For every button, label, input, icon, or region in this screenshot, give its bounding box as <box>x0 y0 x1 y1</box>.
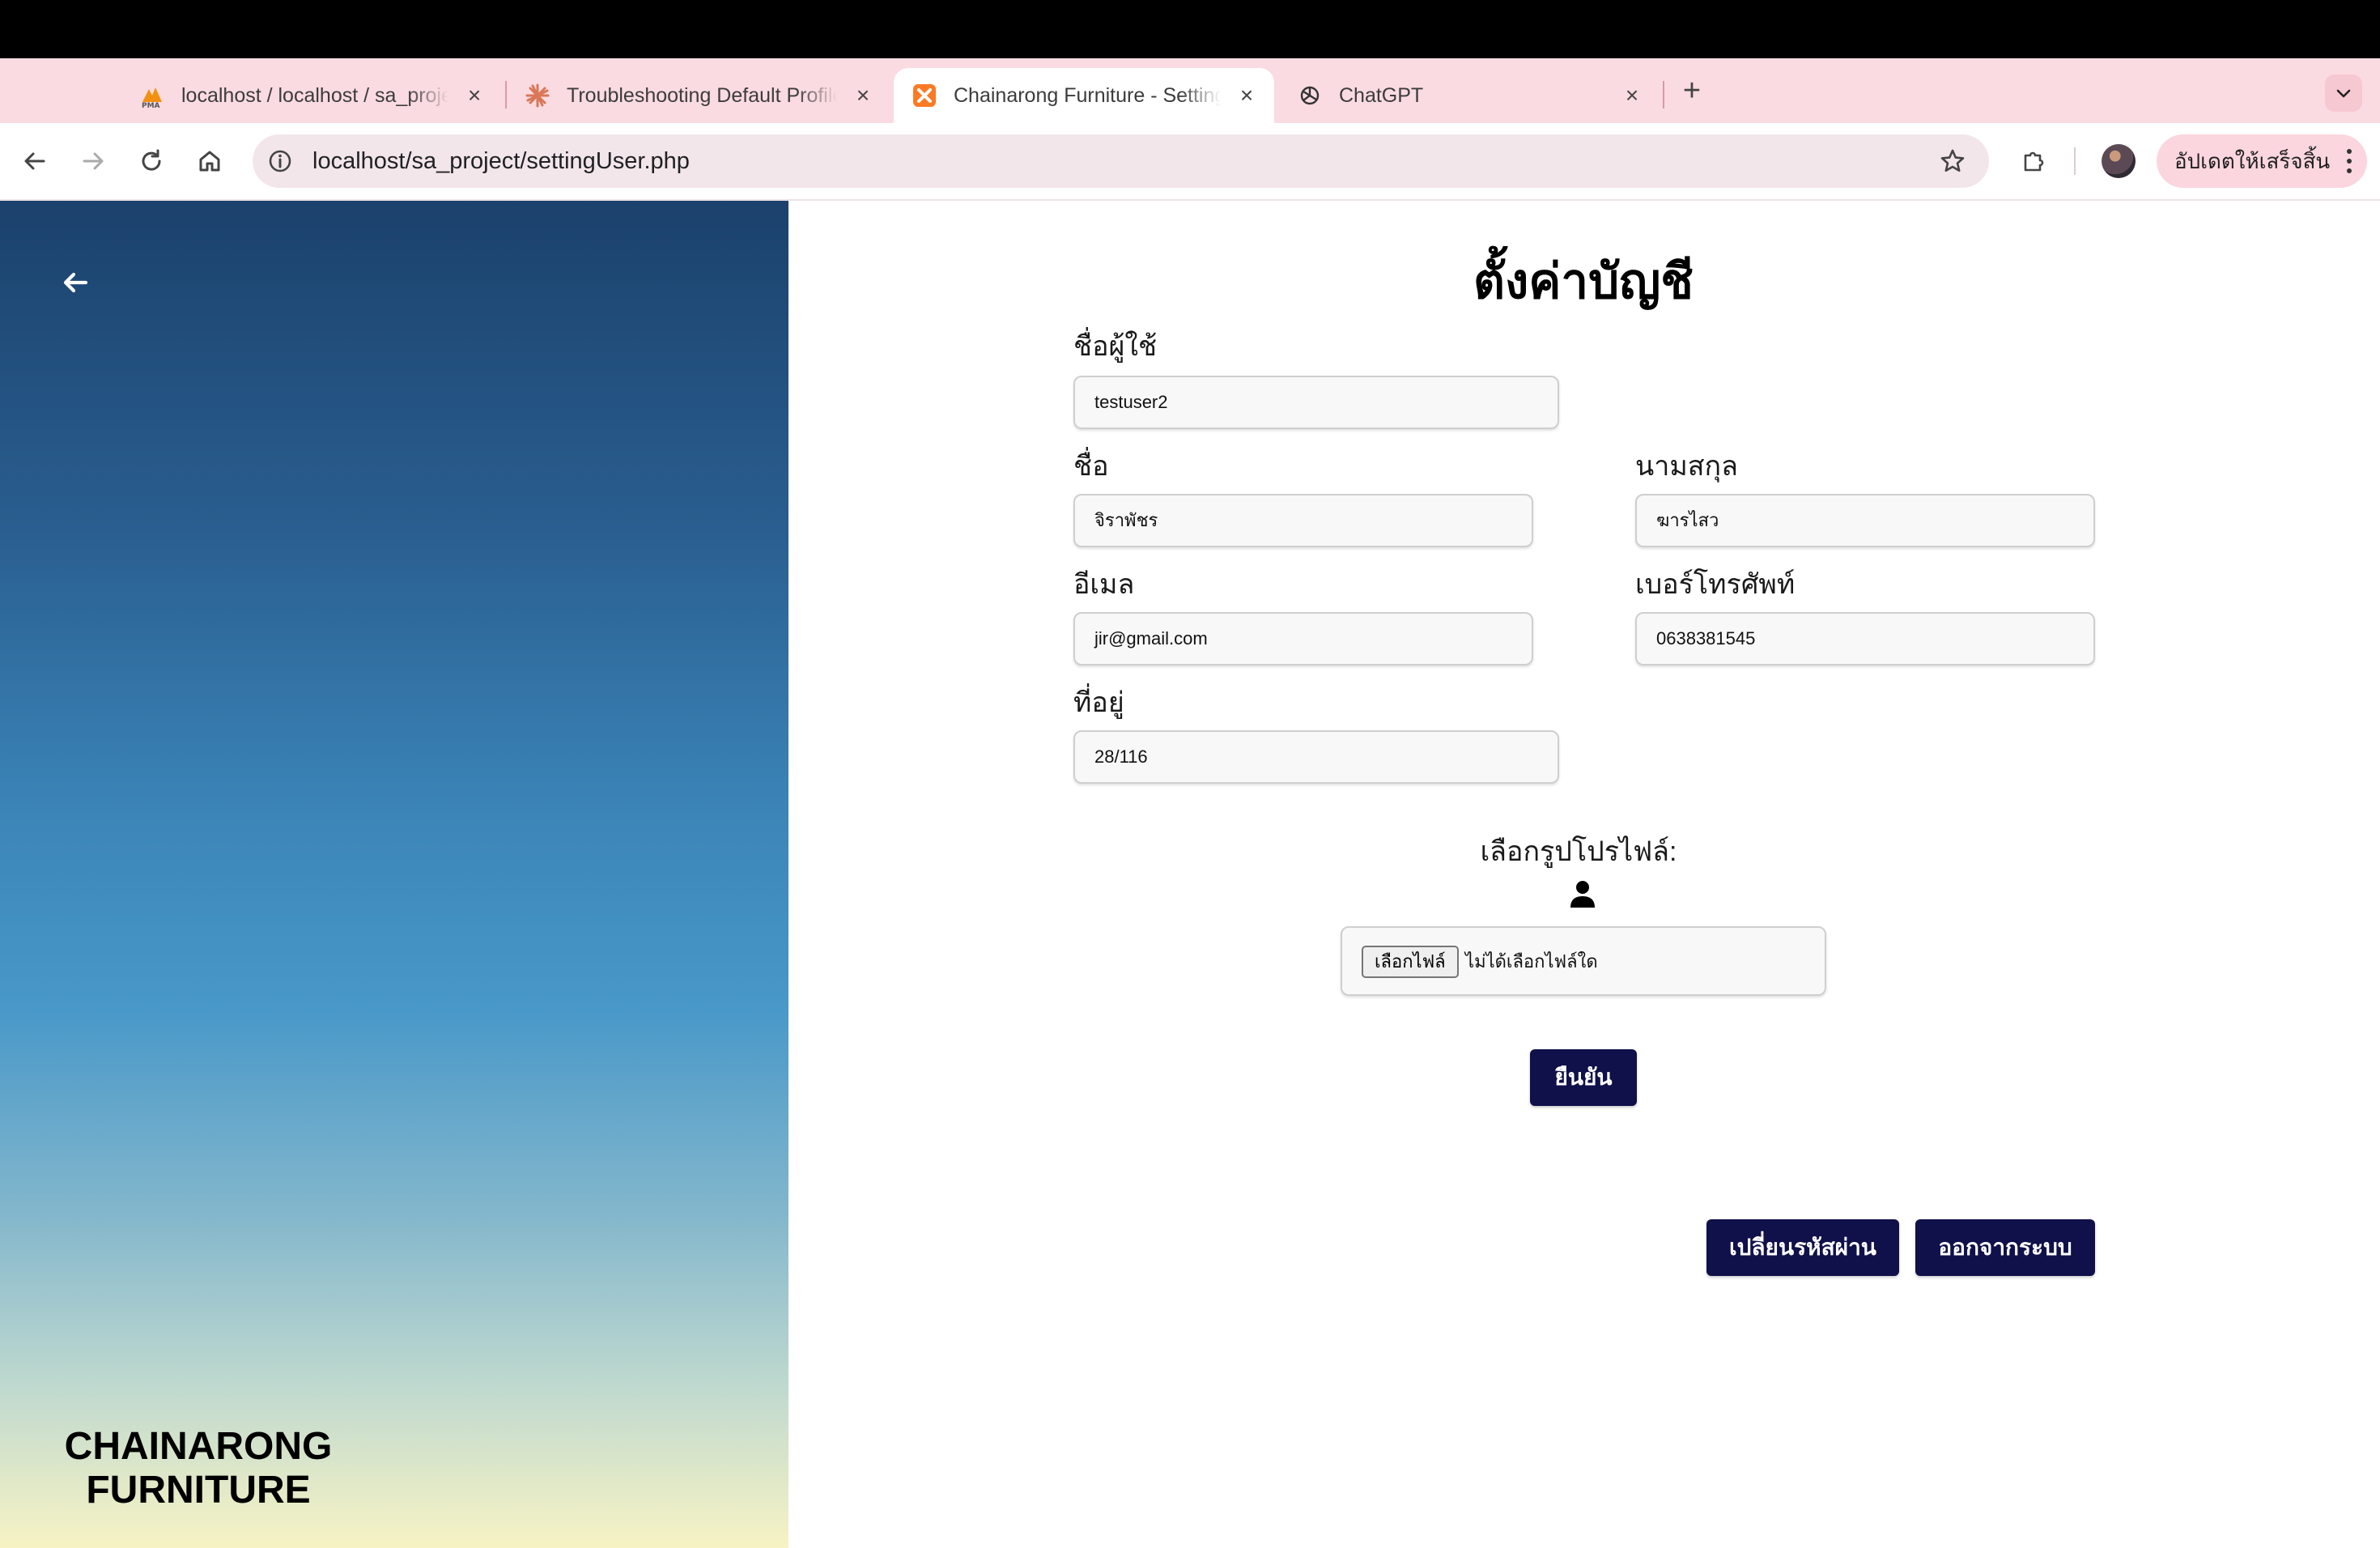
tab-title: Chainarong Furniture - Settings <box>954 83 1221 107</box>
new-tab-button[interactable]: + <box>1676 74 1708 107</box>
tab-title: Troubleshooting Default Profile <box>567 83 837 107</box>
last-name-label: นามสกุล <box>1635 451 1738 482</box>
brand-line-2: FURNITURE <box>86 1469 311 1512</box>
extensions-button[interactable] <box>2016 142 2053 180</box>
logout-button[interactable]: ออกจากระบบ <box>1915 1219 2095 1276</box>
close-icon[interactable]: × <box>850 83 876 108</box>
username-label: ชื่อผู้ใช้ <box>1073 331 1158 362</box>
email-label: อีเมล <box>1073 569 1135 600</box>
address-label: ที่อยู่ <box>1073 687 1124 718</box>
close-icon[interactable]: × <box>461 83 487 108</box>
tab-title: localhost / localhost / sa_project <box>181 83 448 107</box>
brand-line-1: CHAINARONG <box>64 1425 333 1468</box>
change-password-button[interactable]: เปลี่ยนรหัสผ่าน <box>1706 1219 1899 1276</box>
arrow-left-icon <box>24 152 45 170</box>
username-input[interactable]: testuser2 <box>1073 376 1559 429</box>
tab-strip: PMA localhost / localhost / sa_project ×… <box>0 58 2380 123</box>
url-text: localhost/sa_project/settingUser.php <box>312 148 690 174</box>
first-name-label: ชื่อ <box>1073 451 1109 482</box>
last-name-input[interactable]: ฆารไสว <box>1635 494 2095 547</box>
close-icon[interactable]: × <box>1234 83 1260 108</box>
first-name-input[interactable]: จิราพัชร <box>1073 494 1533 547</box>
arrow-right-icon <box>83 152 104 170</box>
tab-phpmyadmin[interactable]: PMA localhost / localhost / sa_project × <box>121 68 502 123</box>
confirm-button[interactable]: ยืนยัน <box>1530 1049 1637 1106</box>
profile-avatar[interactable] <box>2102 144 2136 178</box>
xampp-icon <box>912 83 937 108</box>
person-icon <box>1570 881 1595 908</box>
home-icon <box>199 151 220 172</box>
phone-label: เบอร์โทรศัพท์ <box>1635 569 1796 600</box>
tab-chatgpt[interactable]: ChatGPT × <box>1279 68 1660 123</box>
chevron-down-icon <box>2336 89 2351 98</box>
page-title: ตั้งค่าบัญชี <box>1473 254 1694 308</box>
sidebar-panel: CHAINARONG FURNITURE <box>0 201 788 1548</box>
phpmyadmin-icon: PMA <box>139 83 165 108</box>
address-input[interactable]: 28/116 <box>1073 730 1559 784</box>
claude-icon <box>525 83 550 108</box>
phone-input[interactable]: 0638381545 <box>1635 612 2095 666</box>
puzzle-icon <box>2024 151 2044 172</box>
back-button[interactable] <box>16 142 53 180</box>
info-icon[interactable] <box>267 148 293 174</box>
tab-chainarong-settings[interactable]: Chainarong Furniture - Settings × <box>894 68 1274 123</box>
back-arrow-icon[interactable] <box>57 264 94 301</box>
browser-toolbar: localhost/sa_project/settingUser.php อัป… <box>0 123 2380 199</box>
reload-button[interactable] <box>133 142 170 180</box>
reload-icon <box>142 149 161 171</box>
profile-picture-label: เลือกรูปโปรไฟล์: <box>1480 836 1677 867</box>
email-input[interactable]: jir@gmail.com <box>1073 612 1533 666</box>
toolbar-separator <box>2074 147 2076 175</box>
home-button[interactable] <box>191 142 228 180</box>
system-top-bar <box>0 0 2380 58</box>
close-icon[interactable]: × <box>1619 83 1645 108</box>
address-bar[interactable]: localhost/sa_project/settingUser.php <box>253 134 1989 188</box>
file-input[interactable]: เลือกไฟล์ ไม่ได้เลือกไฟล์ใด <box>1341 926 1826 996</box>
brand-logo-text: CHAINARONG FURNITURE <box>32 1425 364 1512</box>
kebab-menu-icon[interactable] <box>2346 149 2352 173</box>
tab-troubleshooting[interactable]: Troubleshooting Default Profile × <box>507 68 890 123</box>
bookmark-star-icon[interactable] <box>1939 147 1966 175</box>
forward-button[interactable] <box>74 142 112 180</box>
chatgpt-icon <box>1297 83 1323 108</box>
update-button-label: อัปเดตให้เสร็จสิ้น <box>2174 148 2331 173</box>
choose-file-button[interactable]: เลือกไฟล์ <box>1362 946 1459 978</box>
svg-text:PMA: PMA <box>142 102 160 108</box>
tab-search-button[interactable] <box>2325 74 2362 112</box>
tab-separator <box>1663 81 1664 108</box>
tab-title: ChatGPT <box>1339 83 1424 107</box>
file-status-text: ไม่ได้เลือกไฟล์ใด <box>1465 951 1598 972</box>
update-button[interactable]: อัปเดตให้เสร็จสิ้น <box>2157 134 2367 188</box>
